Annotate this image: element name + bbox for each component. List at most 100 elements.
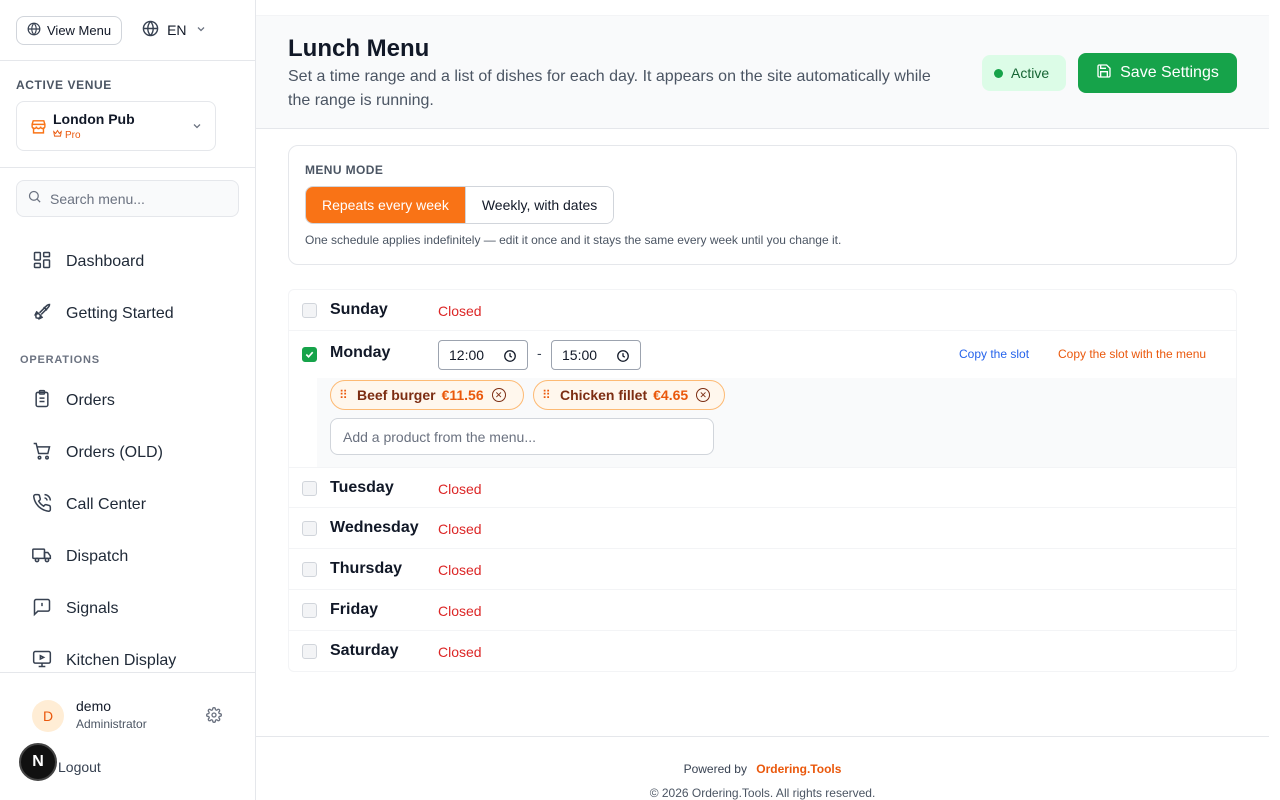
drag-handle-icon[interactable]: ⠿ [339,388,349,402]
dish-name: Chicken fillet [560,387,648,403]
copyright: © 2026 Ordering.Tools. All rights reserv… [649,786,876,800]
day-row-wednesday: Wednesday Closed [289,508,1236,549]
monitor-icon [32,649,52,673]
copy-slot-link[interactable]: Copy the slot [959,347,1029,361]
store-icon [29,117,47,135]
page-description: Set a time range and a list of dishes fo… [288,68,931,109]
day-checkbox[interactable] [302,481,317,496]
dish-price: €4.65 [653,387,689,403]
remove-dish-icon[interactable]: ✕ [696,388,711,402]
add-product-field[interactable] [330,418,714,455]
scrollbar-track[interactable] [1269,0,1280,800]
day-name: Wednesday [330,519,419,536]
day-checkbox[interactable] [302,521,317,536]
save-settings-button[interactable]: Save Settings [1078,53,1237,93]
sidebar-item-label: Orders (OLD) [66,444,163,461]
sidebar-item-dashboard[interactable]: Dashboard [16,240,239,284]
truck-icon [32,545,52,570]
day-status: Closed [438,644,482,660]
page-footer: Powered by Ordering.Tools © 2026 Orderin… [256,736,1269,800]
sidebar-item-getting-started[interactable]: Getting Started [16,292,239,336]
plan-label: Pro [65,129,81,141]
day-checkbox[interactable] [302,562,317,577]
menu-mode-toggle: Repeats every week Weekly, with dates [305,186,615,224]
save-settings-label: Save Settings [1120,64,1219,81]
day-name: Monday [330,344,391,361]
menu-mode-label: MENU MODE [305,163,384,177]
sidebar-item-call-center[interactable]: Call Center [16,483,239,527]
day-row-saturday: Saturday Closed [289,631,1236,671]
view-menu-label: View Menu [47,22,112,38]
alert-message-icon [32,597,52,622]
gear-icon[interactable] [206,707,222,728]
day-checkbox[interactable] [302,644,317,659]
active-venue-section: ACTIVE VENUE London Pub Pro [0,61,255,168]
day-status: Closed [438,603,482,619]
rocket-icon [32,302,52,327]
sidebar-nav: Dashboard Getting Started OPERATIONS Ord… [0,236,255,672]
day-name: Friday [330,601,379,618]
sidebar-item-signals[interactable]: Signals [16,587,239,631]
sidebar-item-label: Dispatch [66,548,129,565]
venue-name: London Pub [53,111,135,127]
add-product-input[interactable] [343,428,693,445]
day-checkbox[interactable] [302,603,317,618]
language-selector[interactable]: EN [142,20,206,40]
cart-icon [32,441,52,466]
day-row-monday: Monday 12:00 - 15:00 Copy the slot Copy … [289,331,1236,467]
sidebar: View Menu EN ACTIVE VENUE London Pub Pro… [0,0,256,800]
sidebar-item-orders-old[interactable]: Orders (OLD) [16,431,239,475]
powered-by-label: Powered by [683,762,747,776]
time-range-separator: - [537,345,542,361]
day-row-friday: Friday Closed [289,590,1236,631]
main-content: Lunch Menu Set a time range and a list o… [256,0,1280,800]
logout-link[interactable]: Logout [58,759,101,775]
sidebar-item-label: Call Center [66,496,147,513]
next-dev-badge-icon[interactable]: N [19,743,57,781]
brand-link[interactable]: Ordering.Tools [756,762,841,776]
view-menu-button[interactable]: View Menu [16,15,123,45]
active-venue-label: ACTIVE VENUE [16,78,112,92]
sidebar-item-kitchen-display[interactable]: Kitchen Display [16,639,239,672]
remove-dish-icon[interactable]: ✕ [491,388,506,402]
status-dot-icon [994,68,1003,78]
dashboard-icon [32,250,52,275]
day-row-sunday: Sunday Closed [289,290,1236,331]
search-icon [27,189,42,209]
drag-handle-icon[interactable]: ⠿ [542,388,552,402]
sidebar-item-label: Getting Started [66,305,174,322]
mode-repeats-weekly-button[interactable]: Repeats every week [306,187,465,223]
day-status: Closed [438,521,482,537]
mode-weekly-with-dates-button[interactable]: Weekly, with dates [464,187,614,223]
start-time-value: 12:00 [449,347,485,363]
globe-icon [142,20,159,40]
day-name: Sunday [330,301,388,318]
day-row-tuesday: Tuesday Closed [289,467,1236,508]
copy-slot-with-menu-link[interactable]: Copy the slot with the menu [1058,347,1206,361]
day-status: Closed [438,481,482,497]
sidebar-item-label: Orders [66,392,115,409]
page-title: Lunch Menu [288,35,430,62]
sidebar-item-dispatch[interactable]: Dispatch [16,535,239,579]
search-input[interactable] [50,190,220,207]
day-checkbox[interactable] [302,303,317,318]
search-field[interactable] [16,180,239,217]
day-status: Closed [438,562,482,578]
dish-list: ⠿ Beef burger €11.56 ✕ ⠿ Chicken fillet … [317,378,1236,467]
user-role: Administrator [76,717,147,731]
sidebar-item-label: Kitchen Display [66,652,177,669]
venue-selector[interactable]: London Pub Pro [16,101,216,151]
checkmark-icon [305,351,314,358]
day-checkbox[interactable] [302,347,317,362]
sidebar-item-orders[interactable]: Orders [16,379,239,423]
powered-by: Powered by Ordering.Tools [256,762,1269,776]
clock-icon [616,349,630,366]
sidebar-item-label: Dashboard [66,253,145,270]
start-time-input[interactable]: 12:00 [438,340,528,370]
language-label: EN [167,22,187,38]
dish-chip: ⠿ Chicken fillet €4.65 ✕ [533,380,725,410]
day-name: Thursday [330,560,403,577]
end-time-value: 15:00 [562,347,598,363]
operations-section-label: OPERATIONS [20,354,100,366]
end-time-input[interactable]: 15:00 [551,340,641,370]
